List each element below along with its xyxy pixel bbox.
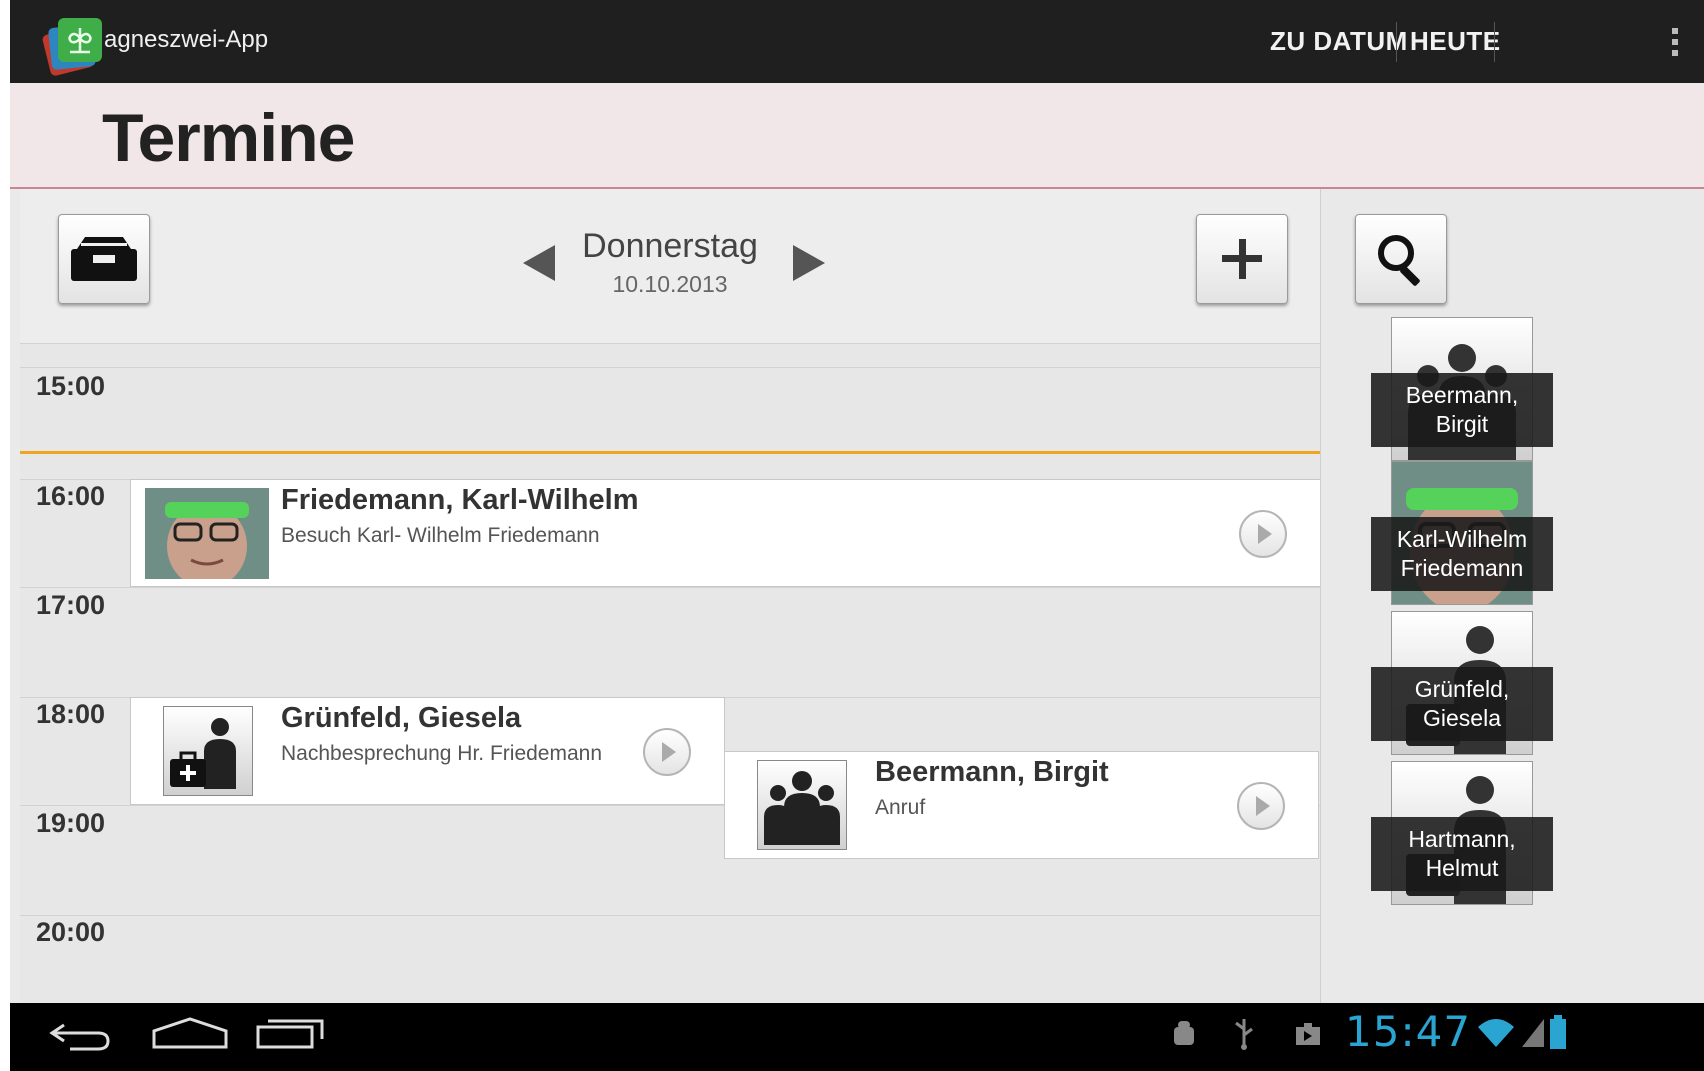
- contact-name-line: Friedemann: [1400, 555, 1524, 581]
- download-icon: [1296, 1023, 1320, 1045]
- to-date-button[interactable]: ZU DATUM: [1270, 26, 1408, 57]
- hour-line: [20, 915, 1320, 916]
- appointment-description: Anruf: [875, 796, 926, 819]
- app-title: agneszwei-App: [104, 26, 269, 53]
- time-label: 18:00: [36, 699, 106, 729]
- contact-name-line: Grünfeld,: [1414, 676, 1510, 702]
- play-icon[interactable]: [1239, 510, 1287, 558]
- inbox-button[interactable]: [58, 214, 150, 304]
- play-icon[interactable]: [643, 728, 691, 776]
- contact-name-line: Birgit: [1435, 411, 1489, 437]
- day-date: 10.10.2013: [612, 271, 728, 297]
- recent-apps-icon[interactable]: [254, 1015, 330, 1051]
- current-time-line: [20, 451, 1320, 454]
- time-label: 16:00: [36, 481, 106, 511]
- android-debug-icon: [1174, 1021, 1194, 1045]
- timeline[interactable]: 15:00 16:00 17:00 18:00 19:00 20:00 Frie…: [20, 343, 1320, 1003]
- appointment-card[interactable]: Friedemann, Karl-Wilhelm Besuch Karl- Wi…: [130, 479, 1320, 587]
- search-icon: [1378, 235, 1420, 286]
- appointment-name: Grünfeld, Giesela: [281, 702, 522, 734]
- contact-name: Karl-Wilhelm Friedemann: [1371, 517, 1553, 591]
- contact-name-line: Giesela: [1423, 705, 1501, 731]
- today-button[interactable]: HEUTE: [1410, 26, 1501, 57]
- contact-photo: [757, 760, 847, 850]
- time-label: 17:00: [36, 590, 106, 620]
- battery-icon: [1550, 1015, 1566, 1049]
- contact-name-line: Karl-Wilhelm: [1396, 526, 1528, 552]
- contact-tile[interactable]: Beermann, Birgit: [1371, 317, 1553, 461]
- add-appointment-button[interactable]: [1196, 214, 1288, 304]
- contact-name: Hartmann, Helmut: [1371, 817, 1553, 891]
- contact-tile[interactable]: Grünfeld, Giesela: [1371, 611, 1553, 755]
- appointment-description: Besuch Karl- Wilhelm Friedemann: [281, 524, 600, 547]
- appointment-name: Beermann, Birgit: [875, 756, 1109, 788]
- day-name: Donnerstag: [582, 227, 758, 265]
- action-bar: agneszwei-App ZU DATUM HEUTE: [10, 0, 1704, 83]
- play-icon[interactable]: [1237, 782, 1285, 830]
- hour-line: [20, 367, 1320, 368]
- overflow-menu-icon[interactable]: [1670, 24, 1680, 66]
- time-label: 15:00: [36, 371, 106, 401]
- device-frame: agneszwei-App ZU DATUM HEUTE Termine Don…: [0, 0, 1704, 1071]
- wifi-icon: [1478, 1019, 1514, 1047]
- contact-name-line: Beermann,: [1405, 382, 1519, 408]
- next-day-arrow-icon[interactable]: [793, 245, 825, 281]
- contacts-panel: Beermann, Birgit Karl-Wilhelm Friedemann…: [1320, 189, 1704, 1003]
- system-bar: 15:47: [10, 1003, 1704, 1065]
- contact-name: Grünfeld, Giesela: [1371, 667, 1553, 741]
- divider: [1494, 22, 1495, 62]
- appointment-description: Nachbesprechung Hr. Friedemann: [281, 742, 603, 765]
- divider: [1396, 22, 1397, 62]
- hour-line: [20, 587, 1320, 588]
- page-header: Termine: [10, 83, 1704, 189]
- home-icon[interactable]: [150, 1015, 230, 1051]
- page-title: Termine: [102, 100, 355, 176]
- add-icon: [1222, 239, 1262, 279]
- time-label: 19:00: [36, 808, 106, 838]
- back-icon[interactable]: [46, 1017, 116, 1051]
- usb-icon: [1235, 1019, 1253, 1050]
- search-button[interactable]: [1355, 214, 1447, 304]
- time-label: 20:00: [36, 917, 106, 947]
- content-area: Termine Donnerstag 10.10.2013 15:00 16:0…: [10, 83, 1704, 1003]
- inbox-icon: [71, 237, 137, 281]
- contact-photo: [163, 706, 253, 796]
- contact-tile[interactable]: Karl-Wilhelm Friedemann: [1371, 461, 1553, 605]
- day-navigation: Donnerstag 10.10.2013: [510, 223, 830, 313]
- hour-line: [20, 343, 1320, 344]
- appointment-card[interactable]: Grünfeld, Giesela Nachbesprechung Hr. Fr…: [130, 697, 725, 805]
- contact-name-line: Helmut: [1425, 855, 1499, 881]
- contact-tile[interactable]: Hartmann, Helmut: [1371, 761, 1553, 905]
- contact-photo: [145, 488, 269, 579]
- status-clock: 15:47: [1345, 1007, 1472, 1056]
- appointment-name: Friedemann, Karl-Wilhelm: [281, 484, 639, 516]
- appointment-card[interactable]: Beermann, Birgit Anruf: [724, 751, 1319, 859]
- signal-icon: [1522, 1019, 1544, 1047]
- contact-name: Beermann, Birgit: [1371, 373, 1553, 447]
- contact-name-line: Hartmann,: [1408, 826, 1516, 852]
- app-logo-icon[interactable]: [40, 14, 106, 76]
